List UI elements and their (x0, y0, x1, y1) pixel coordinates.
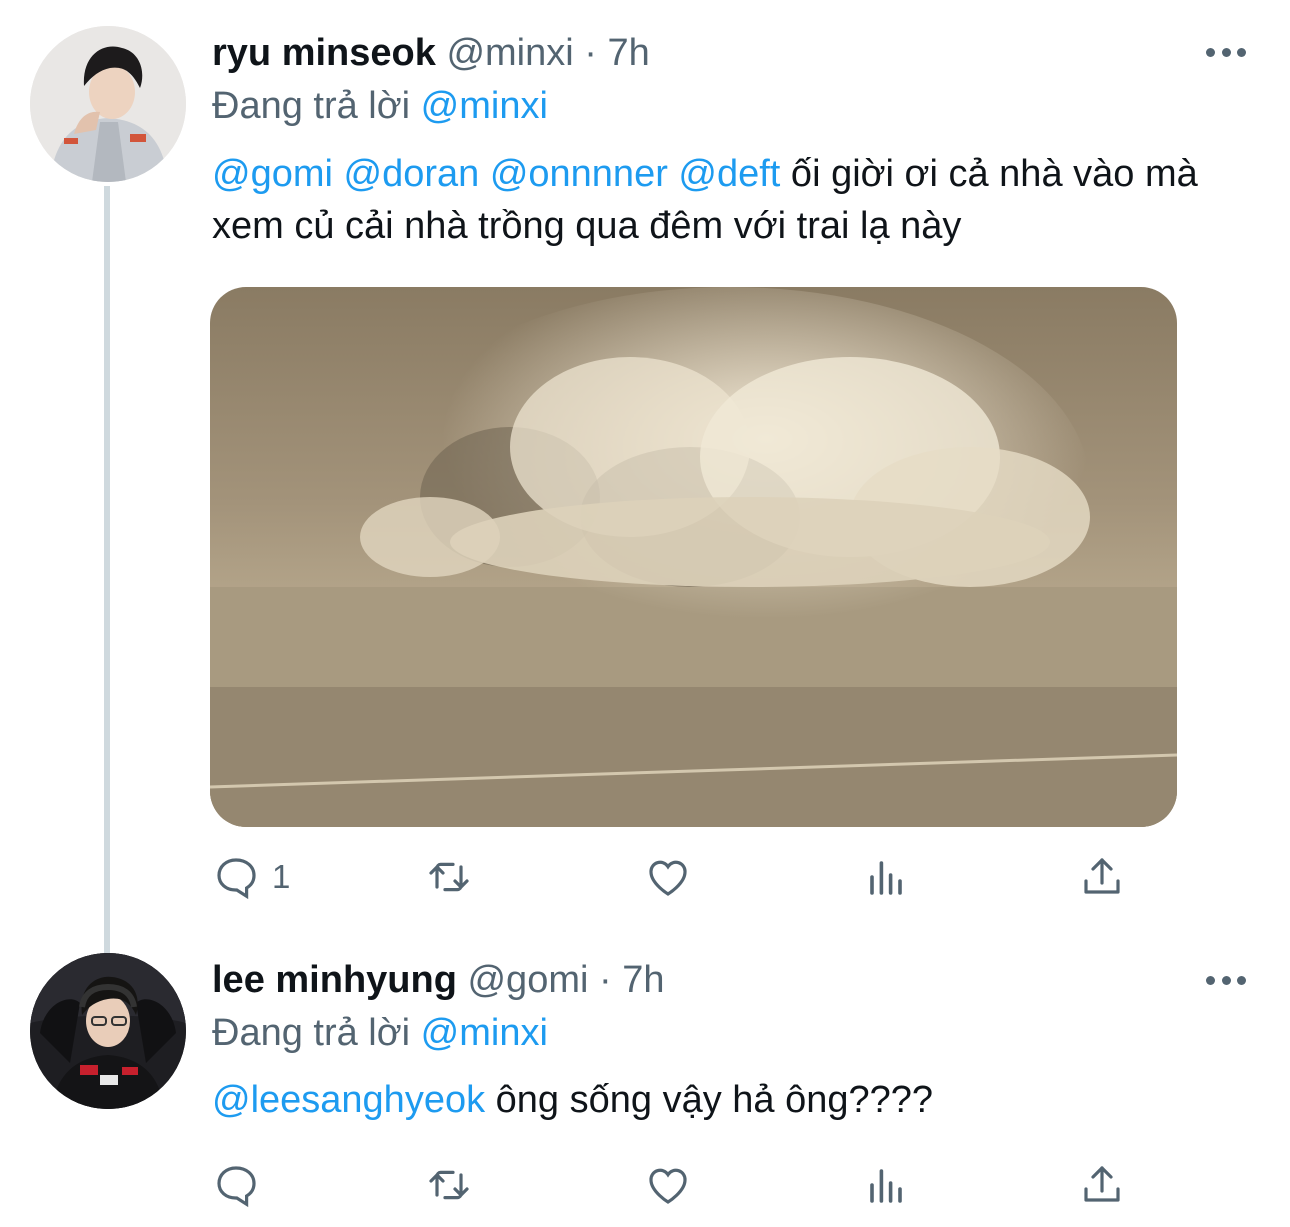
tweet-1[interactable]: ryu minseok @minxi · 7h Đang trả lời @mi… (0, 0, 1290, 954)
tweet-header: lee minhyung @gomi · 7h (212, 957, 665, 1003)
reply-count: 1 (272, 858, 291, 895)
share-button[interactable] (1078, 852, 1126, 902)
avatar[interactable] (30, 953, 186, 1109)
user-handle[interactable]: @gomi (467, 959, 588, 1001)
views-button[interactable] (862, 852, 910, 902)
replying-to-label: Đang trả lời (212, 1012, 411, 1054)
user-handle[interactable]: @minxi (446, 32, 573, 74)
timestamp[interactable]: 7h (622, 959, 664, 1001)
tweet-header: ryu minseok @minxi · 7h (212, 30, 650, 76)
share-upload-icon (1084, 858, 1120, 894)
reply-button[interactable] (212, 1160, 272, 1210)
separator-dot: · (599, 959, 612, 1001)
tweet-text: @leesanghyeok ông sống vậy hả ông???? (212, 1074, 1262, 1126)
display-name[interactable]: ryu minseok (212, 32, 436, 74)
tweet-actions: 1 (212, 852, 1132, 902)
more-dots-icon[interactable] (1206, 970, 1246, 990)
retweet-arrows-icon (429, 1170, 469, 1200)
avatar[interactable] (30, 26, 186, 182)
views-button[interactable] (862, 1160, 910, 1210)
separator-dot: · (584, 32, 597, 74)
replying-to: Đang trả lời @minxi (212, 83, 548, 129)
retweet-arrows-icon (429, 862, 469, 892)
thread-connector-line (104, 186, 110, 954)
like-button[interactable] (644, 1160, 692, 1210)
replying-to-handle[interactable]: @minxi (421, 85, 548, 127)
speech-bubble-icon (217, 1166, 256, 1208)
mention-links[interactable]: @leesanghyeok (212, 1079, 485, 1121)
timestamp[interactable]: 7h (607, 32, 649, 74)
tweet-text: @gomi @doran @onnnner @deft ối giời ơi c… (212, 148, 1262, 252)
share-upload-icon (1084, 1166, 1120, 1202)
retweet-button[interactable] (425, 852, 473, 902)
replying-to-label: Đang trả lời (212, 85, 411, 127)
replying-to: Đang trả lời @minxi (212, 1010, 548, 1056)
tweet-2[interactable]: lee minhyung @gomi · 7h Đang trả lời @mi… (0, 940, 1290, 1227)
bar-chart-icon (870, 861, 902, 895)
more-dots-icon[interactable] (1206, 42, 1246, 62)
speech-bubble-icon (217, 858, 256, 900)
share-button[interactable] (1078, 1160, 1126, 1210)
bar-chart-icon (870, 1169, 902, 1203)
heart-icon (649, 1168, 687, 1204)
display-name[interactable]: lee minhyung (212, 959, 457, 1001)
tweet-body: ông sống vậy hả ông???? (485, 1079, 934, 1121)
tweet-actions (212, 1160, 1132, 1210)
tweet-image[interactable] (210, 287, 1177, 827)
replying-to-handle[interactable]: @minxi (421, 1012, 548, 1054)
mention-links[interactable]: @gomi @doran @onnnner @deft (212, 153, 780, 195)
heart-icon (649, 860, 687, 896)
like-button[interactable] (644, 852, 692, 902)
reply-button[interactable]: 1 (212, 852, 290, 902)
retweet-button[interactable] (425, 1160, 473, 1210)
